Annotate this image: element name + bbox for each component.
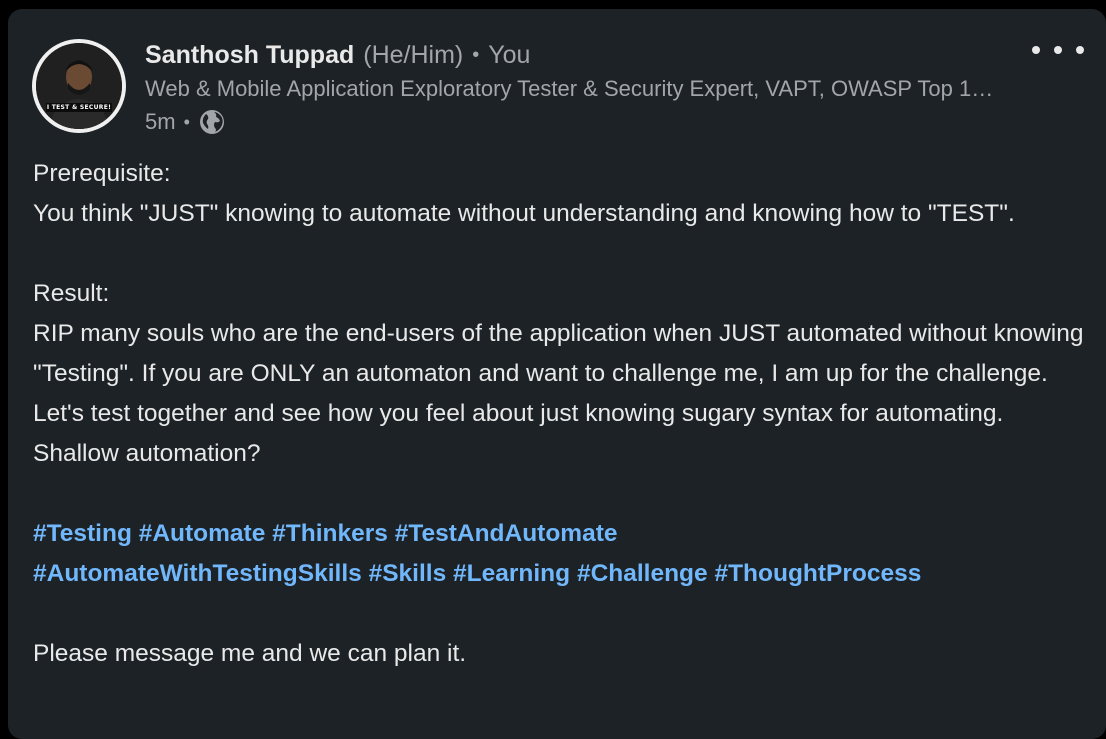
post-text-prerequisite: You think "JUST" knowing to automate wit… xyxy=(33,200,1015,227)
hashtag-link[interactable]: #Thinkers xyxy=(272,520,388,547)
hashtag-link[interactable]: #Challenge xyxy=(577,560,708,587)
hashtag-link[interactable]: #ThoughtProcess xyxy=(714,560,921,587)
post-text-prerequisite-heading: Prerequisite: xyxy=(33,160,171,187)
author-headline: Web & Mobile Application Exploratory Tes… xyxy=(145,76,1005,101)
avatar-portrait-icon xyxy=(36,43,122,129)
hashtag-link[interactable]: #Automate xyxy=(139,520,266,547)
avatar[interactable]: I TEST & SECURE! xyxy=(32,39,126,133)
author-row: Santhosh Tuppad (He/Him) • You xyxy=(145,39,530,71)
post-card: I TEST & SECURE! Santhosh Tuppad (He/Him… xyxy=(8,9,1106,739)
author-pronouns: (He/Him) xyxy=(363,40,464,69)
separator-dot: • xyxy=(472,43,480,66)
more-dot xyxy=(1076,46,1084,54)
post-text-result-heading: Result: xyxy=(33,280,110,307)
post-body: Prerequisite: You think "JUST" knowing t… xyxy=(33,154,1093,674)
hashtag-link[interactable]: #AutomateWithTestingSkills xyxy=(33,560,362,587)
more-horizontal-icon xyxy=(1032,46,1040,54)
post-meta: 5m • xyxy=(145,108,226,136)
separator-dot: • xyxy=(183,111,190,132)
avatar-photo: I TEST & SECURE! xyxy=(36,43,122,129)
author-name[interactable]: Santhosh Tuppad xyxy=(145,41,354,70)
hashtags-row: #Testing #Automate #Thinkers #TestAndAut… xyxy=(33,514,1093,554)
more-dot xyxy=(1054,46,1062,54)
avatar-caption: I TEST & SECURE! xyxy=(46,104,112,111)
post-text-closing: Please message me and we can plan it. xyxy=(33,640,467,667)
post-text-result: RIP many souls who are the end-users of … xyxy=(33,320,1084,467)
hashtags-row: #AutomateWithTestingSkills #Skills #Lear… xyxy=(33,554,1093,594)
hashtag-link[interactable]: #TestAndAutomate xyxy=(395,520,618,547)
hashtag-link[interactable]: #Testing xyxy=(33,520,132,547)
hashtag-link[interactable]: #Skills xyxy=(369,560,447,587)
relation-label: You xyxy=(488,40,531,69)
post-time: 5m xyxy=(145,109,176,134)
hashtag-link[interactable]: #Learning xyxy=(453,560,570,587)
globe-icon xyxy=(198,108,226,136)
more-options-button[interactable] xyxy=(1032,37,1084,63)
